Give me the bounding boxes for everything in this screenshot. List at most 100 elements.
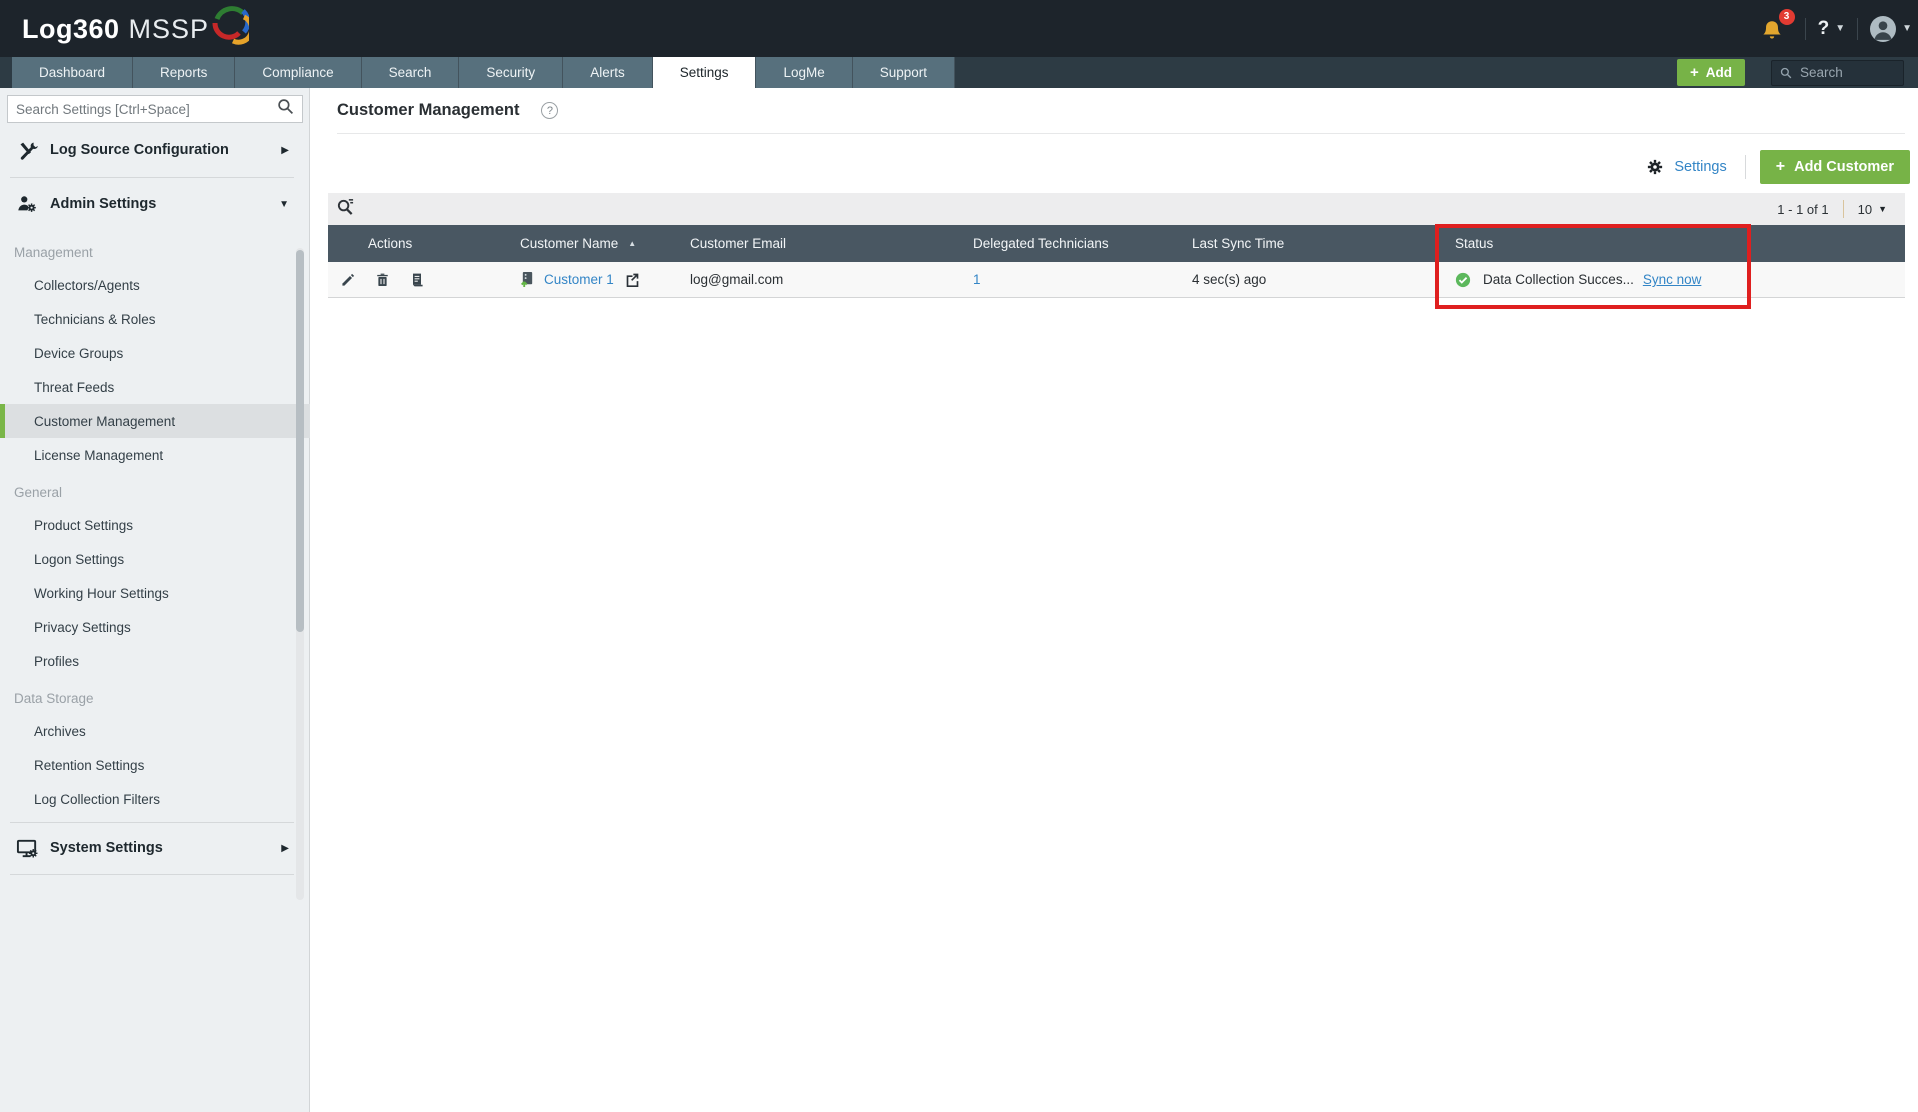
tab-security[interactable]: Security — [459, 57, 564, 88]
sidebar-item-label: Admin Settings — [50, 196, 157, 212]
customer-table: 1 - 1 of 1 10 ▼ Actions Customer Name ▲ … — [328, 193, 1905, 298]
monitor-gear-icon — [14, 837, 40, 860]
sidebar-item-technicians-roles[interactable]: Technicians & Roles — [0, 302, 310, 336]
delegated-technicians-link[interactable]: 1 — [973, 272, 981, 287]
tab-support[interactable]: Support — [852, 57, 956, 88]
tab-compliance[interactable]: Compliance — [235, 57, 362, 88]
edit-icon[interactable] — [340, 272, 356, 288]
sidebar-item-label: System Settings — [50, 840, 163, 856]
topbar-separator — [1857, 17, 1859, 40]
main-nav: Dashboard Reports Compliance Search Secu… — [0, 57, 1918, 88]
plus-icon: + — [1689, 64, 1699, 81]
sidebar-item-logon-settings[interactable]: Logon Settings — [0, 542, 310, 576]
sidebar-item-working-hour-settings[interactable]: Working Hour Settings — [0, 576, 310, 610]
tab-dashboard[interactable]: Dashboard — [12, 57, 134, 88]
sidebar-item-admin-settings[interactable]: Admin Settings ▼ — [0, 182, 310, 226]
notifications-button[interactable]: 3 — [1759, 8, 1795, 46]
sidebar-item-label: Log Source Configuration — [50, 142, 229, 158]
tab-search[interactable]: Search — [361, 57, 460, 88]
customer-settings-link[interactable]: Settings — [1646, 158, 1727, 176]
tab-alerts[interactable]: Alerts — [563, 57, 653, 88]
admin-user-gear-icon — [14, 193, 40, 215]
help-button[interactable]: ? — [1818, 18, 1830, 40]
sidebar-divider — [10, 822, 294, 823]
pagination-separator — [1842, 200, 1844, 218]
chevron-right-icon: ▶ — [281, 144, 289, 156]
customer-email: log@gmail.com — [690, 272, 784, 287]
settings-link-label: Settings — [1674, 159, 1727, 175]
sidebar-section-general: General — [14, 484, 63, 500]
status-text: Data Collection Succes... — [1483, 272, 1634, 287]
report-icon[interactable] — [409, 272, 425, 288]
top-bar: Log360 MSSP 3 ? ▼ ▼ — [0, 0, 1918, 57]
sidebar-item-privacy-settings[interactable]: Privacy Settings — [0, 610, 310, 644]
sidebar-item-archives[interactable]: Archives — [0, 714, 310, 748]
pagination-range: 1 - 1 of 1 — [1777, 201, 1829, 217]
sidebar-item-threat-feeds[interactable]: Threat Feeds — [0, 370, 310, 404]
sidebar-item-collectors-agents[interactable]: Collectors/Agents — [0, 268, 310, 302]
sidebar-item-product-settings[interactable]: Product Settings — [0, 508, 310, 542]
sidebar-section-data-storage: Data Storage — [14, 690, 94, 706]
user-avatar[interactable] — [1870, 15, 1897, 42]
plus-icon: + — [1775, 158, 1786, 175]
sidebar-item-license-management[interactable]: License Management — [0, 438, 310, 472]
external-link-icon[interactable] — [625, 272, 640, 287]
table-toolbar: 1 - 1 of 1 10 ▼ — [328, 193, 1905, 225]
page-size-dropdown[interactable]: 10 ▼ — [1858, 202, 1887, 217]
chevron-down-icon: ▼ — [1878, 204, 1887, 214]
sidebar-scrollbar[interactable] — [296, 250, 304, 632]
global-search-input[interactable] — [1800, 65, 1895, 80]
app-logo: Log360 MSSP — [22, 6, 250, 45]
server-icon — [520, 271, 535, 288]
last-sync-time: 4 sec(s) ago — [1192, 272, 1267, 287]
delete-icon[interactable] — [375, 272, 390, 288]
column-header-customer-name[interactable]: Customer Name ▲ — [500, 236, 690, 251]
customer-name-link[interactable]: Customer 1 — [544, 272, 614, 287]
tab-logme[interactable]: LogMe — [756, 57, 853, 88]
sidebar-item-log-source-configuration[interactable]: Log Source Configuration ▶ — [0, 128, 310, 172]
settings-search-input[interactable] — [8, 101, 277, 117]
sidebar-item-customer-management[interactable]: Customer Management — [0, 404, 310, 438]
logo-secondary: MSSP — [128, 13, 210, 44]
table-search-icon[interactable] — [336, 197, 355, 221]
page-help-icon[interactable]: ? — [541, 102, 559, 119]
topbar-separator — [1804, 17, 1806, 40]
sidebar-search-box[interactable] — [7, 95, 303, 123]
add-customer-button[interactable]: + Add Customer — [1759, 150, 1910, 184]
chevron-down-icon: ▼ — [279, 198, 289, 210]
user-icon — [1874, 20, 1892, 40]
tools-icon — [14, 140, 40, 161]
title-divider — [337, 133, 1905, 134]
actions-separator — [1744, 155, 1746, 179]
notification-count-badge: 3 — [1778, 8, 1795, 25]
logo-swirl-icon — [212, 6, 250, 45]
table-header-row: Actions Customer Name ▲ Customer Email D… — [328, 225, 1905, 262]
sidebar-divider — [10, 874, 294, 875]
tab-reports[interactable]: Reports — [133, 57, 236, 88]
logo-primary: Log360 — [22, 13, 120, 44]
tab-settings[interactable]: Settings — [652, 57, 757, 88]
sync-now-link[interactable]: Sync now — [1643, 272, 1702, 287]
column-header-status[interactable]: Status — [1455, 236, 1905, 251]
global-add-button[interactable]: + Add — [1676, 59, 1745, 86]
sidebar-item-system-settings[interactable]: System Settings ▶ — [0, 828, 310, 868]
search-icon — [1780, 67, 1792, 78]
sidebar-item-profiles[interactable]: Profiles — [0, 644, 310, 678]
table-row: Customer 1 log@gmail.com 1 4 sec(s) ago — [328, 262, 1905, 298]
sidebar-item-device-groups[interactable]: Device Groups — [0, 336, 310, 370]
gear-icon — [1648, 159, 1663, 175]
sidebar-item-log-collection-filters[interactable]: Log Collection Filters — [0, 782, 310, 816]
global-search-box[interactable] — [1771, 59, 1904, 86]
sidebar-item-retention-settings[interactable]: Retention Settings — [0, 748, 310, 782]
chevron-right-icon: ▶ — [281, 842, 289, 854]
sidebar-divider — [10, 177, 294, 178]
search-icon — [277, 98, 294, 120]
column-header-actions[interactable]: Actions — [328, 236, 500, 251]
help-caret-icon[interactable]: ▼ — [1835, 23, 1845, 34]
check-circle-icon — [1455, 272, 1471, 288]
column-header-customer-email[interactable]: Customer Email — [690, 236, 973, 251]
column-header-delegated-technicians[interactable]: Delegated Technicians — [973, 236, 1192, 251]
column-header-last-sync-time[interactable]: Last Sync Time — [1192, 236, 1455, 251]
user-menu-caret-icon[interactable]: ▼ — [1902, 23, 1912, 34]
page-title: Customer Management — [337, 101, 520, 119]
